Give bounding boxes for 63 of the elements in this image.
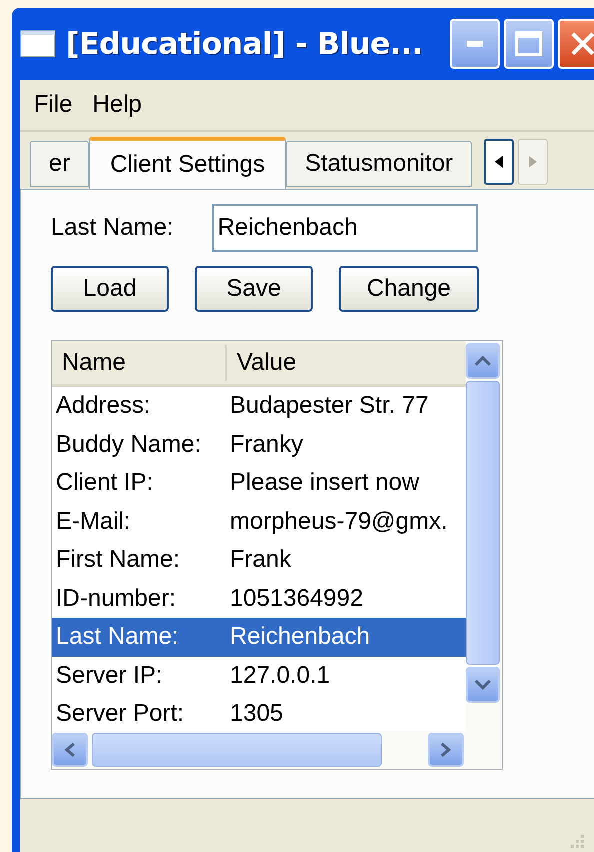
tab[interactable]: er — [30, 141, 90, 187]
resize-grip-icon — [571, 835, 584, 848]
tab-scroll-left-button[interactable] — [484, 139, 514, 185]
tab[interactable]: Client Settings — [89, 137, 286, 189]
row-name: Client IP: — [55, 468, 154, 498]
chevron-down-icon — [474, 679, 492, 691]
list-row[interactable]: Last Name: Reichenbach — [52, 618, 466, 656]
row-name: Last Name: — [55, 622, 180, 652]
action-button[interactable]: Save — [195, 266, 313, 312]
list-row[interactable]: First Name: Frank — [52, 541, 466, 580]
left-triangle-icon — [495, 156, 504, 168]
last-name-field[interactable]: Reichenbach — [212, 204, 478, 252]
row-name: E-Mail: — [55, 506, 132, 537]
row-name: Address: — [55, 391, 152, 422]
row-value: 1305 — [230, 699, 284, 730]
row-value: 127.0.0.1 — [230, 660, 330, 691]
column-header[interactable]: Value — [227, 344, 297, 380]
vertical-scrollbar[interactable] — [466, 341, 502, 769]
maximize-icon — [515, 31, 543, 57]
column-header[interactable]: Name — [52, 344, 227, 380]
minimize-button[interactable] — [450, 19, 500, 69]
tab[interactable]: Statusmonitor — [286, 141, 472, 187]
menu-item[interactable]: Help — [92, 87, 142, 123]
action-button[interactable]: Change — [339, 266, 479, 312]
row-value: Budapester Str. 77 — [230, 391, 429, 422]
last-name-label: Last Name: — [51, 213, 174, 243]
list-row[interactable]: ID-number: 1051364992 — [52, 580, 466, 618]
row-value: morpheus-79@gmx. — [230, 506, 448, 537]
horizontal-scrollbar[interactable] — [52, 731, 466, 769]
app-icon — [20, 30, 56, 58]
right-triangle-icon — [529, 156, 538, 168]
row-name: Server IP: — [55, 660, 164, 691]
scrollbar-thumb[interactable] — [92, 733, 382, 767]
list-row[interactable]: Server Port: 1305 — [52, 695, 466, 731]
row-value: Reichenbach — [230, 622, 370, 652]
close-button[interactable] — [558, 19, 594, 69]
window-title: [Educational] - Blue... — [66, 26, 423, 64]
list-row[interactable]: Address: Budapester Str. 77 — [52, 387, 466, 426]
chevron-right-icon — [440, 742, 452, 758]
row-value: Franky — [230, 430, 304, 460]
list-row[interactable]: Client IP: Please insert now — [52, 464, 466, 502]
row-name: ID-number: — [55, 584, 178, 614]
close-icon — [570, 31, 594, 57]
scrollbar-thumb[interactable] — [466, 381, 500, 665]
chevron-left-icon — [64, 742, 76, 758]
row-name: Buddy Name: — [55, 430, 202, 460]
action-button[interactable]: Load — [51, 266, 169, 312]
row-value: 1051364992 — [230, 584, 364, 614]
row-value: Please insert now — [230, 468, 420, 498]
list-row[interactable]: E-Mail: morpheus-79@gmx. — [52, 502, 466, 541]
scroll-left-button[interactable] — [52, 733, 88, 767]
menu-item[interactable]: File — [34, 87, 73, 123]
list-row[interactable]: Buddy Name: Franky — [52, 426, 466, 464]
maximize-button[interactable] — [504, 19, 554, 69]
minimize-icon — [467, 41, 483, 47]
row-value: Frank — [230, 545, 292, 576]
scroll-right-button[interactable] — [428, 733, 464, 767]
scroll-down-button[interactable] — [466, 667, 500, 703]
scroll-up-button[interactable] — [466, 343, 500, 379]
row-name: Server Port: — [55, 699, 186, 730]
list-row[interactable]: Server IP: 127.0.0.1 — [52, 656, 466, 695]
chevron-up-icon — [474, 355, 492, 367]
row-name: First Name: — [55, 545, 182, 576]
